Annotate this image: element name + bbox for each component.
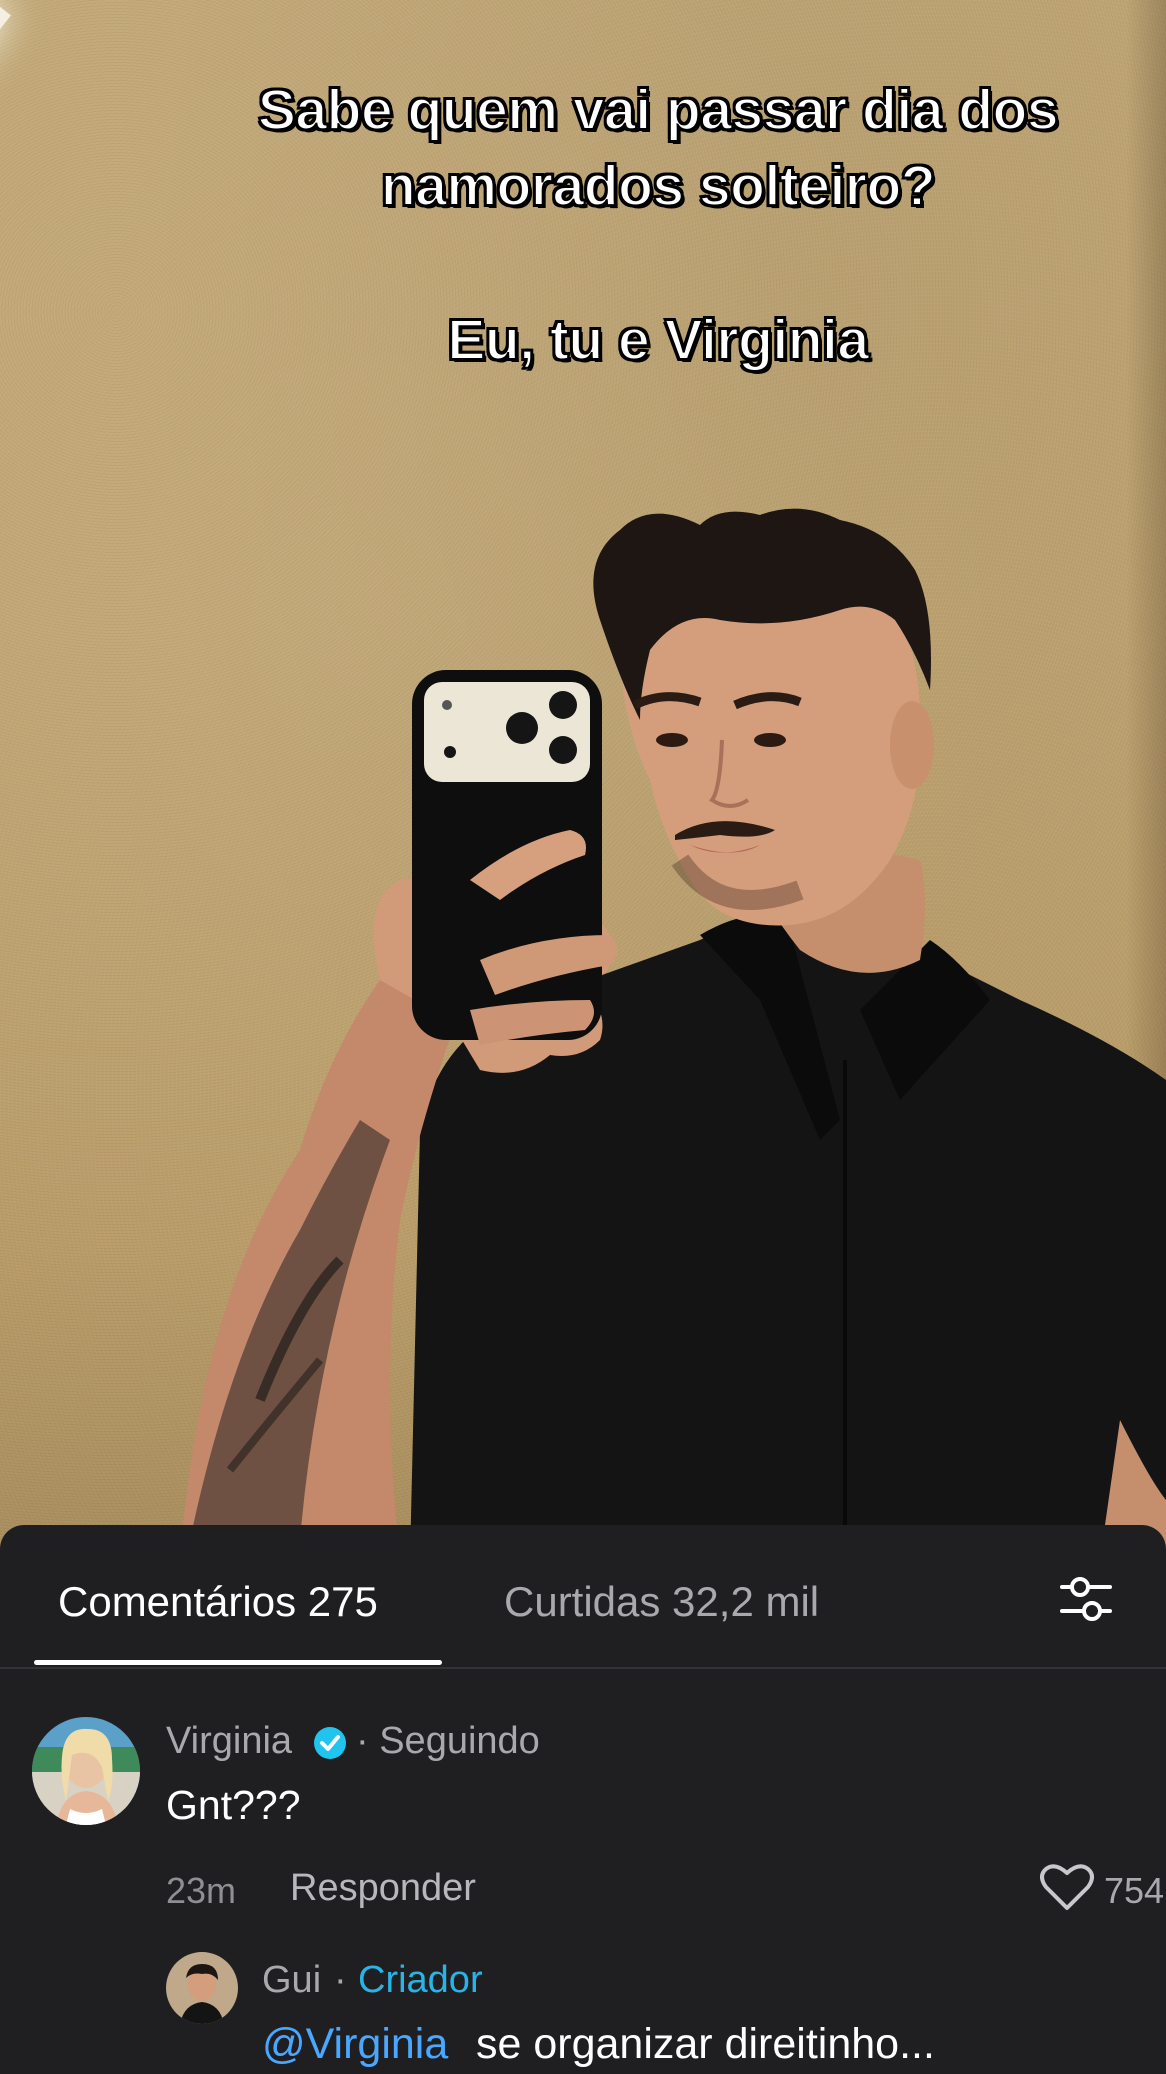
comment-time: 23m (166, 1870, 237, 1911)
caption-line-2: namorados solteiro? (380, 153, 937, 219)
caption-line-1: Sabe quem vai passar dia dos (257, 77, 1060, 143)
active-tab-indicator (34, 1660, 442, 1665)
comment-author[interactable]: Virginia (166, 1718, 292, 1764)
sliders-icon[interactable] (1058, 1571, 1114, 1627)
avatar-gui-image (166, 1952, 238, 2024)
avatar-virginia-image (32, 1717, 140, 1825)
like-count: 754 (1104, 1870, 1165, 1911)
verified-badge-icon (314, 1727, 346, 1759)
caption-line-3: Eu, tu e Virginia (446, 307, 870, 373)
heart-icon[interactable] (1040, 1862, 1094, 1912)
comment-text: Gnt??? (166, 1782, 301, 1828)
reply-button[interactable]: Responder (290, 1866, 476, 1910)
tab-likes[interactable]: Curtidas 32,2 mil (504, 1577, 819, 1627)
tab-comments[interactable]: Comentários 275 (58, 1577, 378, 1627)
creator-badge: Criador (358, 1959, 483, 2001)
reply-author[interactable]: Gui (262, 1957, 321, 2003)
reply-text: se organizar direitinho... (476, 2020, 935, 2068)
tab-bar: Comentários 275 Curtidas 32,2 mil (0, 1525, 1166, 1669)
avatar[interactable] (32, 1717, 140, 1825)
avatar[interactable] (166, 1952, 238, 2024)
person-selfie-image (180, 508, 1166, 1560)
mention-link[interactable]: @Virginia (262, 2018, 448, 2070)
separator: · (334, 1959, 347, 2001)
following-status: · Seguindo (356, 1720, 540, 1762)
video-player[interactable]: Sabe quem vai passar dia dos namorados s… (0, 0, 1166, 1560)
